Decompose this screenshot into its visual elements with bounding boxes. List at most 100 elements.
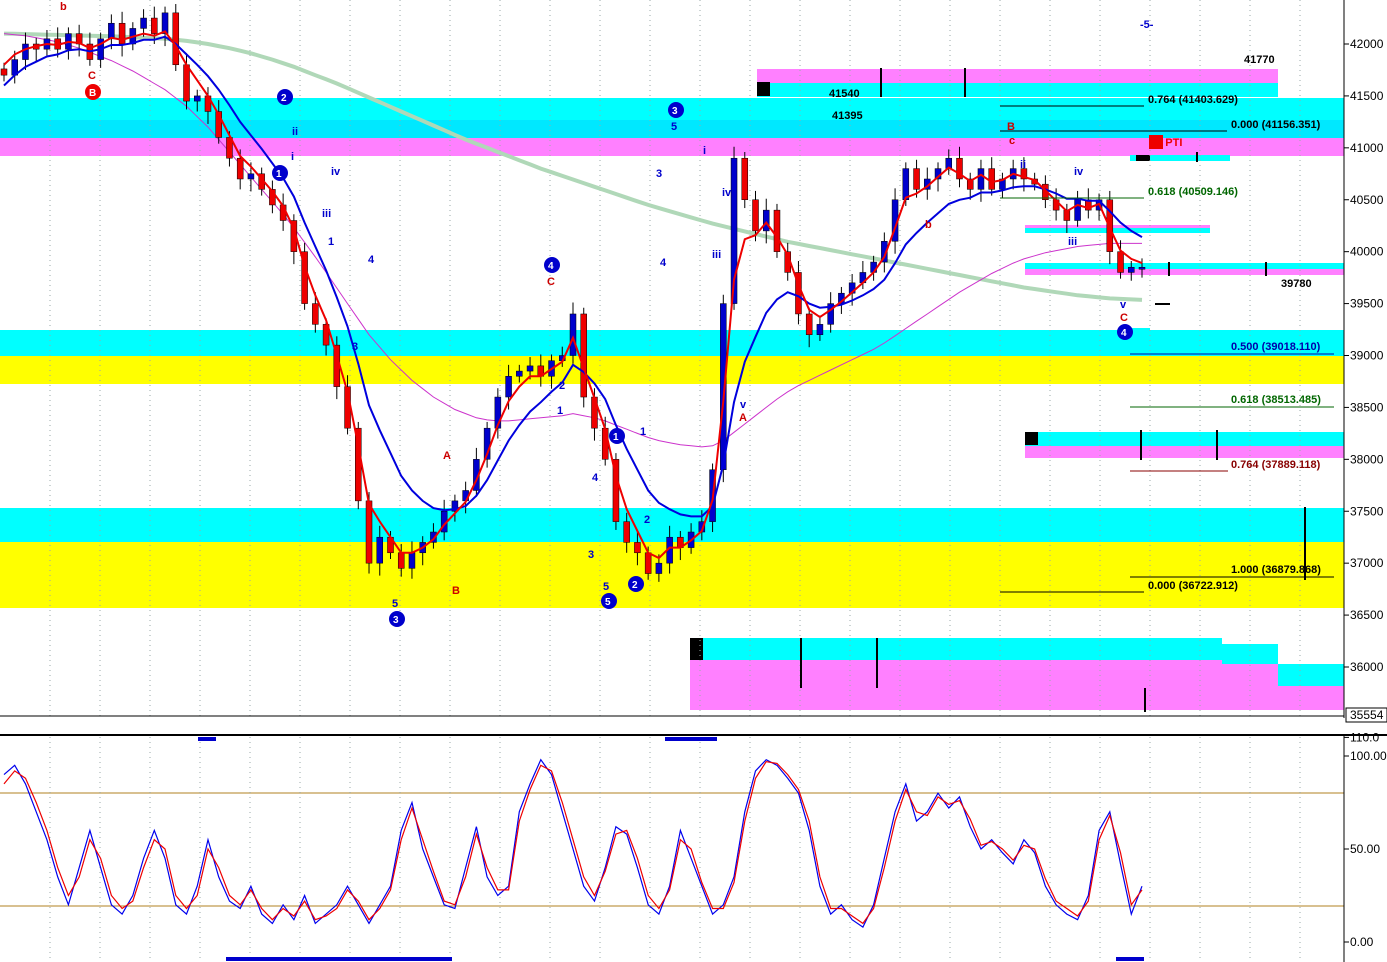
circled-wave-1: 1	[272, 165, 288, 181]
candle	[569, 302, 577, 364]
candle	[999, 172, 1006, 198]
stoch-tick-label: 100.00	[1350, 749, 1387, 763]
candle	[795, 261, 802, 325]
candle	[32, 37, 40, 62]
candle	[269, 180, 276, 214]
price-tick-label: 42000	[1350, 37, 1384, 51]
circled-wave-2: 2	[277, 89, 293, 105]
price-tick-label: 40000	[1350, 245, 1384, 259]
level-label-41395: 41395	[832, 110, 863, 122]
price-tick-label: 38000	[1350, 452, 1384, 466]
cycle-bar	[226, 957, 452, 961]
candle	[773, 203, 781, 258]
circle-label: 2	[281, 93, 287, 104]
wave-label: 4	[368, 254, 375, 266]
wave-label: 2	[644, 514, 650, 526]
wave-label: 5	[603, 581, 609, 593]
price-tick-label: 39000	[1350, 349, 1384, 363]
stochastic-panel	[0, 736, 1345, 962]
level-label-41540: 41540	[829, 88, 860, 100]
zone-markers	[800, 68, 1306, 712]
candle	[118, 11, 126, 57]
wave-label: 1	[557, 405, 563, 417]
candle	[580, 307, 587, 408]
cyan-zone-39780	[1025, 263, 1344, 269]
price-tick-label: 36000	[1350, 660, 1384, 674]
cyan-zone-40150	[1025, 228, 1210, 233]
wave-label: c	[1009, 135, 1015, 147]
price-tick-label: 40500	[1350, 193, 1384, 207]
stochastic-tick-labels: 110.0 100.00 50.00 0.00	[1344, 730, 1387, 949]
wave-label: 3	[352, 341, 358, 353]
wave-label: iv	[1074, 166, 1084, 178]
wave-label: B	[452, 585, 460, 597]
level-label-39780: 39780	[1281, 278, 1312, 290]
top-marker: -5-	[1140, 19, 1154, 31]
circle-label: 1	[276, 169, 282, 180]
price-tick-label: 36500	[1350, 608, 1384, 622]
chart-canvas: 0.764 (41403.629) 0.000 (41156.351) 0.61…	[0, 0, 1387, 962]
black-marker-36300	[690, 638, 703, 660]
cyan-zone-38200	[1025, 432, 1344, 446]
fib-label-3: 0.618 (40509.146)	[1148, 186, 1238, 198]
price-tick-label: 41000	[1350, 141, 1384, 155]
price-tick-label: 37000	[1350, 556, 1384, 570]
wave-label: iv	[331, 166, 341, 178]
circled-wave-3-low: 3	[389, 611, 405, 627]
fib-label-8: 0.000 (36722.912)	[1148, 580, 1238, 592]
wave-label: A	[739, 412, 747, 424]
cyan-zone-39k	[0, 330, 1344, 356]
wave-label: b	[925, 219, 932, 231]
candle	[75, 24, 83, 57]
wave-label: iii	[322, 208, 331, 220]
chart-root: 0.764 (41403.629) 0.000 (41156.351) 0.61…	[0, 0, 1387, 962]
candle	[473, 447, 480, 497]
magenta-zone-top	[0, 138, 1344, 156]
wave-label: 4	[660, 257, 667, 269]
circled-wave-1b: 1	[609, 428, 625, 444]
candle	[977, 159, 985, 202]
price-zones	[0, 69, 1344, 710]
price-tick-label: 39500	[1350, 297, 1384, 311]
magenta-zone-36000c	[1278, 686, 1344, 710]
wave-label: iii	[1068, 236, 1077, 248]
circled-wave-4: 4	[544, 257, 560, 273]
wave-label: C	[547, 276, 555, 288]
wave-label: B	[1007, 121, 1015, 133]
circle-label: 4	[548, 261, 554, 272]
fib-label-4: 0.500 (39018.110)	[1231, 341, 1321, 353]
wave-label: v	[740, 399, 747, 411]
cyan-zone-37k	[0, 508, 1344, 542]
fib-label-2: 0.000 (41156.351)	[1231, 119, 1321, 131]
wave-label: v	[1120, 299, 1127, 311]
last-price-label: 35554	[1350, 708, 1384, 722]
magenta-zone-36000	[690, 660, 1222, 710]
cycle-bar	[1116, 957, 1144, 961]
wave-label: A	[443, 450, 451, 462]
stoch-tick-label: 50.00	[1350, 842, 1380, 856]
wave-label: i	[703, 145, 706, 157]
black-marker-38200	[1025, 432, 1038, 445]
level-label-41770: 41770	[1244, 54, 1275, 66]
circled-wave-2b: 2	[628, 576, 644, 592]
candle	[172, 4, 180, 71]
fib-label-7: 1.000 (36879.868)	[1231, 564, 1321, 576]
stoch-tick-label: 0.00	[1350, 935, 1374, 949]
cycle-bar	[665, 737, 717, 741]
circle-label: 4	[1121, 328, 1127, 339]
stoch-series-0	[3, 758, 1143, 928]
price-tick-labels: 42000 41500 41000 40500 40000 39500 39000 38500…	[1344, 37, 1384, 674]
black-marker-41540	[757, 82, 770, 96]
candle	[1085, 188, 1092, 219]
cyan-zone-36000	[1278, 664, 1344, 686]
circled-wave-5: 5	[601, 593, 617, 609]
candle	[301, 242, 308, 310]
circle-label: 3	[393, 615, 399, 626]
cyan-zone-36300	[690, 638, 1222, 660]
stochastic-grid	[49, 737, 1301, 962]
fib-label-5: 0.618 (38513.485)	[1231, 394, 1321, 406]
wave-label: 2	[559, 380, 565, 392]
cycle-bar	[198, 737, 216, 741]
candle	[0, 62, 8, 82]
candle	[108, 14, 115, 50]
